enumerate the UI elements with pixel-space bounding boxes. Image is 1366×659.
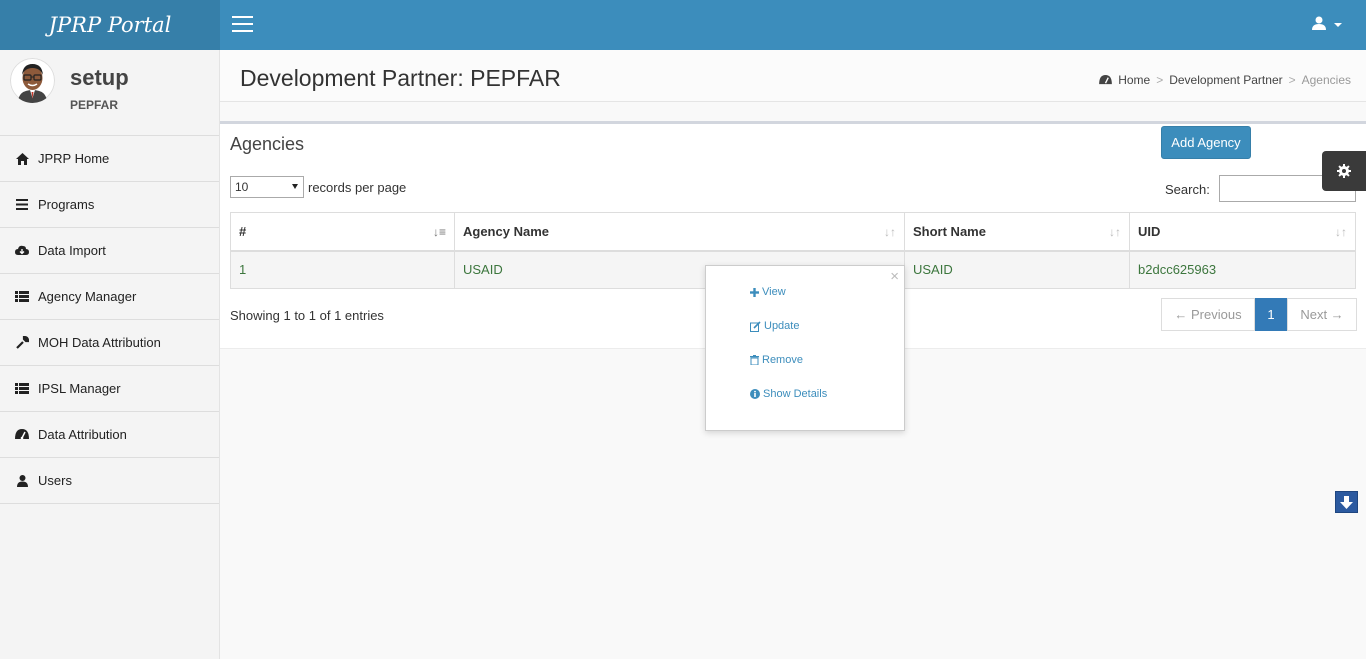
column-header-number[interactable]: # ↓≡ — [230, 212, 455, 252]
wrench-icon — [15, 336, 29, 350]
home-icon — [15, 152, 29, 166]
plus-icon — [750, 287, 759, 297]
column-header-agency-name[interactable]: Agency Name ↓↑ — [454, 212, 905, 252]
sidebar-item-label: Data Import — [38, 243, 106, 258]
sidebar-item-label: Data Attribution — [38, 427, 127, 442]
dashboard-icon — [15, 428, 29, 442]
user-icon — [15, 474, 29, 488]
sidebar-item-agency-manager[interactable]: Agency Manager — [0, 274, 219, 320]
sidebar-toggle-icon[interactable] — [232, 16, 253, 32]
pagination: ← Previous 1 Next → — [1161, 298, 1357, 331]
records-per-page-label: records per page — [308, 180, 407, 195]
sidebar-item-label: IPSL Manager — [38, 381, 121, 396]
trash-icon — [750, 355, 759, 365]
sidebar-item-moh-data-attribution[interactable]: MOH Data Attribution — [0, 320, 219, 366]
sidebar-item-data-import[interactable]: Data Import — [0, 228, 219, 274]
dashboard-icon — [1099, 75, 1113, 85]
info-icon — [750, 389, 760, 399]
sidebar-item-label: JPRP Home — [38, 151, 110, 166]
column-header-uid[interactable]: UID ↓↑ — [1129, 212, 1356, 252]
cell-number: 1 — [230, 250, 455, 289]
sort-icon: ↓↑ — [1109, 225, 1121, 239]
scroll-down-button[interactable] — [1335, 491, 1358, 513]
chevron-down-icon — [292, 184, 298, 189]
user-panel: setup PEPFAR — [0, 50, 219, 136]
sidebar-item-ipsl-manager[interactable]: IPSL Manager — [0, 366, 219, 412]
cell-uid: b2dcc625963 — [1129, 250, 1356, 289]
sidebar-item-data-attribution[interactable]: Data Attribution — [0, 412, 219, 458]
sidebar: setup PEPFAR JPRP Home Programs Data Imp… — [0, 50, 220, 659]
user-menu[interactable] — [1312, 16, 1342, 30]
gear-icon — [1337, 164, 1351, 178]
breadcrumb: Home > Development Partner > Agencies — [1099, 73, 1351, 87]
user-org: PEPFAR — [70, 98, 119, 112]
view-action[interactable]: View — [750, 286, 786, 298]
avatar — [10, 58, 55, 103]
remove-action[interactable]: Remove — [750, 354, 803, 366]
show-details-action[interactable]: Show Details — [750, 388, 827, 400]
content-header: Development Partner: PEPFAR Home > Devel… — [220, 50, 1366, 102]
sort-icon: ↓↑ — [884, 225, 896, 239]
records-per-page-value: 10 — [235, 180, 249, 194]
list-icon — [15, 382, 29, 396]
sidebar-item-programs[interactable]: Programs — [0, 182, 219, 228]
page-title: Development Partner: PEPFAR — [240, 65, 561, 91]
column-header-short-name[interactable]: Short Name ↓↑ — [904, 212, 1130, 252]
settings-panel-toggle[interactable] — [1322, 151, 1366, 191]
arrow-down-icon — [1340, 495, 1353, 509]
box-title: Agencies — [230, 134, 305, 154]
page-1-button[interactable]: 1 — [1255, 298, 1287, 331]
cell-short-name: USAID — [904, 250, 1130, 289]
cloud-download-icon — [15, 244, 29, 258]
breadcrumb-separator: > — [1288, 73, 1296, 87]
previous-page-button[interactable]: ← Previous — [1161, 298, 1255, 331]
next-page-button[interactable]: Next → — [1287, 298, 1357, 331]
breadcrumb-partner[interactable]: Development Partner — [1169, 73, 1282, 87]
edit-icon — [750, 320, 761, 332]
search-label: Search: — [1165, 182, 1210, 197]
breadcrumb-current: Agencies — [1301, 73, 1351, 87]
sort-icon: ↓↑ — [1335, 225, 1347, 239]
list-icon — [15, 290, 29, 304]
update-action[interactable]: Update — [750, 320, 799, 332]
breadcrumb-separator: > — [1156, 73, 1164, 87]
table-info: Showing 1 to 1 of 1 entries — [230, 308, 384, 323]
add-agency-button[interactable]: Add Agency — [1161, 126, 1251, 159]
bars-icon — [15, 198, 29, 212]
sidebar-item-label: Users — [38, 473, 72, 488]
app-logo[interactable]: JPRP Portal — [0, 0, 220, 50]
app-title: JPRP Portal — [48, 13, 172, 37]
sidebar-item-label: Agency Manager — [38, 289, 137, 304]
user-name: setup — [70, 65, 129, 90]
table-header-row: # ↓≡ Agency Name ↓↑ Short Name ↓↑ UID ↓↑ — [230, 212, 1356, 252]
sort-asc-icon: ↓≡ — [432, 225, 446, 239]
user-icon — [1312, 16, 1326, 30]
records-per-page-select[interactable]: 10 — [230, 176, 304, 198]
row-actions-popover: × View Update Remove Show Details — [705, 265, 905, 431]
breadcrumb-home[interactable]: Home — [1118, 73, 1150, 87]
sidebar-item-jprp-home[interactable]: JPRP Home — [0, 136, 219, 182]
sidebar-item-label: Programs — [38, 197, 95, 212]
sidebar-item-users[interactable]: Users — [0, 458, 219, 504]
chevron-down-icon — [1334, 22, 1342, 27]
top-navbar — [220, 0, 1366, 50]
close-icon[interactable]: × — [890, 268, 899, 285]
sidebar-item-label: MOH Data Attribution — [38, 335, 161, 350]
